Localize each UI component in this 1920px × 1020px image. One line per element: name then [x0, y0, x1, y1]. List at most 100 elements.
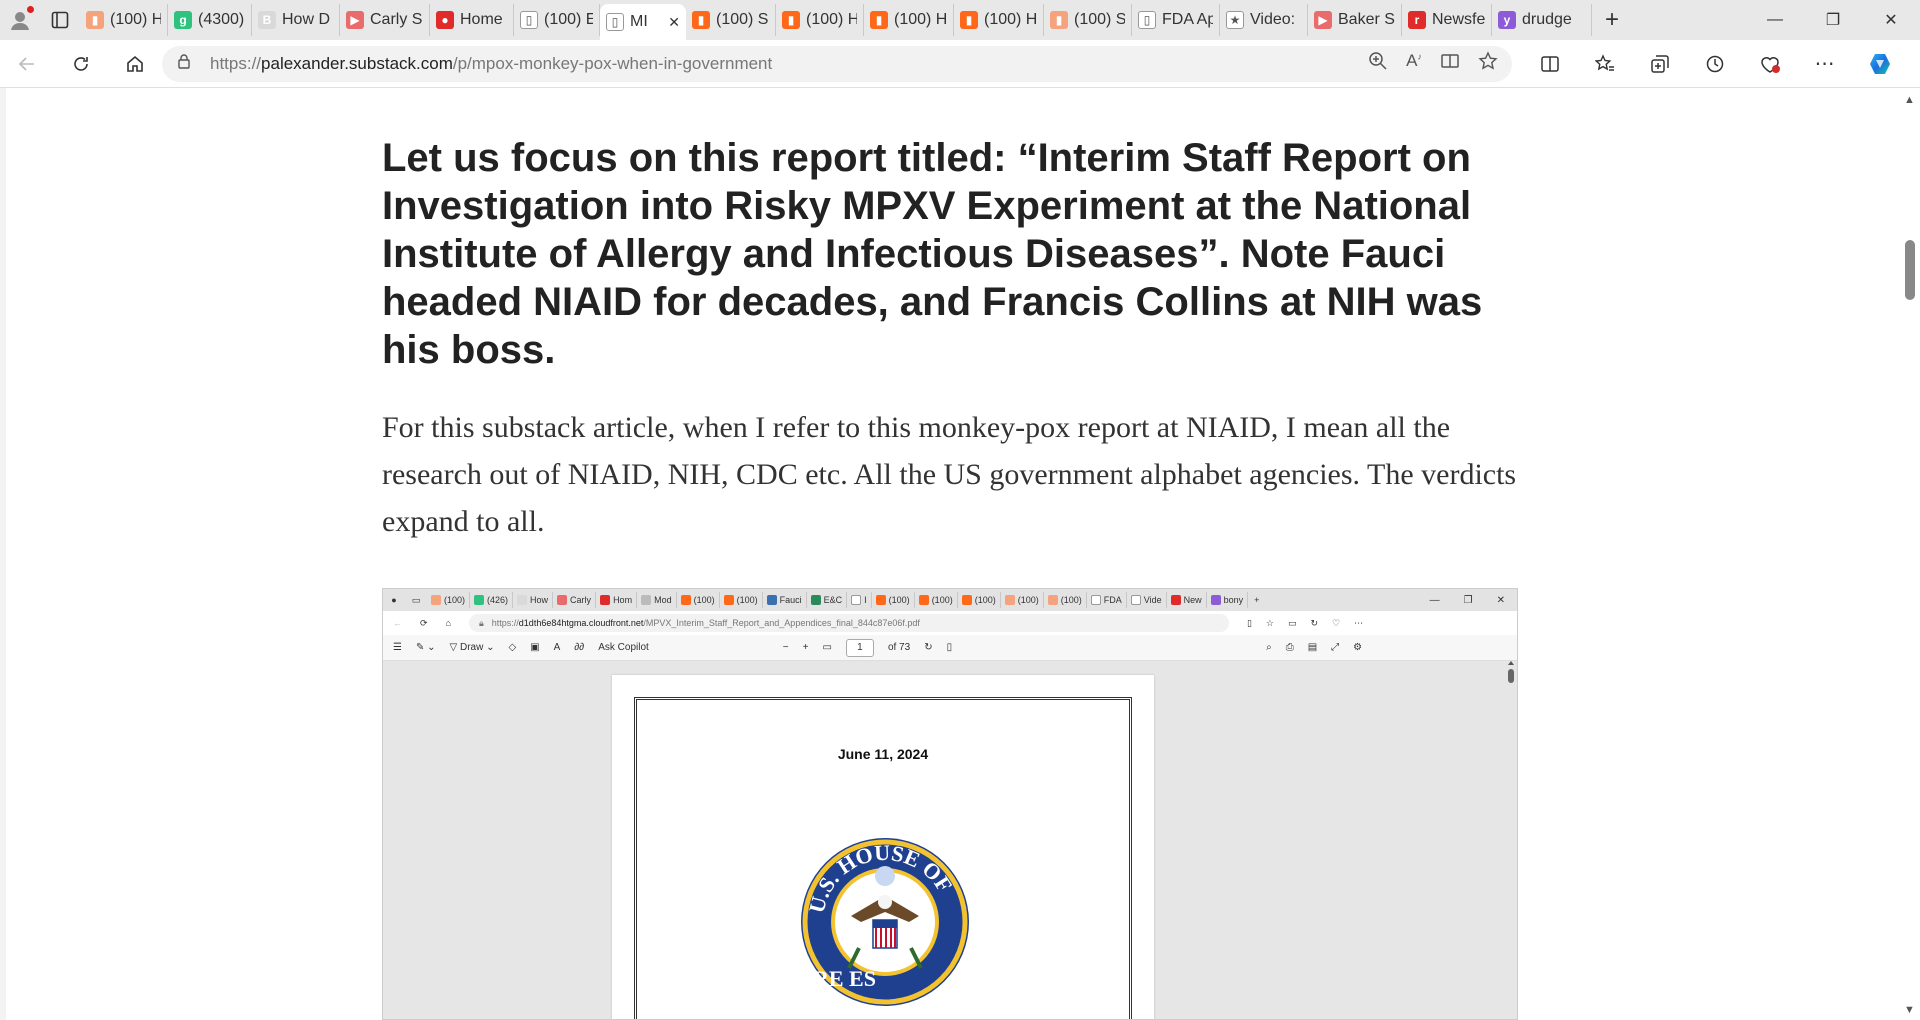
split-screen-icon[interactable] [1522, 44, 1577, 84]
screenshot-tab-favicon-icon [517, 595, 528, 605]
browser-tab[interactable]: ★ Video: [1220, 4, 1308, 36]
screenshot-save-icon: ▤ [1307, 642, 1318, 653]
screenshot-tab-favicon-icon [1090, 595, 1101, 605]
screenshot-refresh-icon: ⟳ [420, 617, 428, 628]
tab-title: Carly S [370, 11, 423, 28]
notification-dot [27, 6, 34, 13]
read-aloud-icon[interactable]: A♪ [1406, 51, 1422, 76]
zoom-icon[interactable] [1368, 51, 1388, 76]
tab-favicon-icon: ● [436, 11, 454, 29]
copilot-icon[interactable] [1852, 44, 1907, 84]
home-button[interactable] [108, 44, 162, 84]
browser-tab[interactable]: B How D [252, 4, 340, 36]
profile-avatar[interactable] [0, 0, 40, 40]
tab-favicon-icon: B [258, 11, 276, 29]
browser-tab[interactable]: g (4300) I [168, 4, 252, 36]
home-icon [127, 55, 143, 72]
tab-title: MI [630, 13, 648, 30]
screenshot-tab-list: (100) (426) How Carly Hom Mod (100) (100) Fauci E… [427, 592, 1249, 608]
close-window-button[interactable]: ✕ [1862, 0, 1920, 40]
tab-close-icon[interactable]: ✕ [668, 14, 680, 31]
screenshot-search-icon: ⌕ [1266, 642, 1272, 653]
browser-tab[interactable]: ▮ (100) S [686, 4, 776, 36]
tab-favicon-icon: ▯ [1138, 11, 1156, 29]
screenshot-lock-icon: 🔒︎ [478, 617, 484, 628]
screenshot-tab-title: New [1183, 595, 1202, 605]
browser-tab[interactable]: y drudge [1492, 4, 1592, 36]
tab-actions-button[interactable] [40, 0, 80, 40]
screenshot-tab-title: Hom [613, 595, 633, 605]
screenshot-tab: I [847, 592, 872, 608]
url-text[interactable]: https://palexander.substack.com/p/mpox-m… [210, 54, 1368, 74]
screenshot-tab-favicon-icon [851, 595, 862, 605]
back-arrow-icon [18, 56, 34, 71]
favorite-star-icon[interactable] [1478, 51, 1498, 76]
screenshot-tab-favicon-icon [810, 595, 821, 605]
browser-tab[interactable]: r Newsfe [1402, 4, 1492, 36]
screenshot-text-icon: ▣ [530, 642, 540, 653]
screenshot-tab-title: (100) [736, 595, 758, 605]
embedded-screenshot[interactable]: ● ▭ (100) (426) How Carly Hom Mod (100) (100) Fa… [382, 588, 1518, 1020]
browser-tab[interactable]: ▯ (100) E [514, 4, 600, 36]
screenshot-url-domain: d1dth6e84htgma.cloudfront.net [518, 618, 644, 628]
screenshot-tab: (100) [677, 592, 720, 608]
tab-favicon-icon: g [174, 11, 192, 29]
scrollbar-thumb[interactable] [1905, 240, 1915, 300]
refresh-button[interactable] [54, 44, 108, 84]
restore-button[interactable]: ❐ [1804, 0, 1862, 40]
browser-tab[interactable]: ● Home [430, 4, 514, 36]
tab-list: ▮ (100) H g (4300) I B How D ▶ Carly S ● Home ▯ (10… [80, 0, 1592, 40]
tab-title: (4300) I [198, 11, 245, 28]
browser-tab[interactable]: ▮ (100) H [776, 4, 864, 36]
screenshot-zoom-out-icon: − [782, 642, 789, 653]
scroll-down-arrow-icon[interactable]: ▼ [1904, 1004, 1915, 1016]
screenshot-url-path: /MPVX_Interim_Staff_Report_and_Appendice… [643, 618, 920, 628]
scroll-up-arrow-icon[interactable]: ▲ [1904, 94, 1915, 106]
browser-tab[interactable]: ▯ MI ✕ [600, 4, 686, 40]
screenshot-tab-favicon-icon [961, 595, 972, 605]
screenshot-tab: (426) [470, 592, 514, 608]
tab-title: Home [460, 11, 503, 28]
browser-tab[interactable]: ▮ (100) H [80, 4, 168, 36]
tab-title: Newsfe [1432, 11, 1485, 28]
favorites-icon[interactable] [1577, 44, 1632, 84]
screenshot-pdf-toolbar: ☰ ✎ ⌄ ▽ Draw ⌄ ◇ ▣ A ∂∂ Ask Copilot − + … [383, 635, 1517, 661]
screenshot-view-icon: ▯ [946, 642, 953, 653]
browser-tab[interactable]: ▶ Baker S [1308, 4, 1402, 36]
browser-tab[interactable]: ▶ Carly S [340, 4, 430, 36]
screenshot-tab-title: Fauci [779, 595, 802, 605]
screenshot-profile-icon: ● [391, 595, 397, 605]
screenshot-tab: Fauci [763, 592, 807, 608]
immersive-reader-icon[interactable] [1440, 51, 1460, 76]
lock-icon[interactable] [176, 53, 196, 74]
address-bar[interactable]: https://palexander.substack.com/p/mpox-m… [162, 45, 1512, 82]
page-scrollbar[interactable]: ▲ ▼ [1900, 88, 1920, 1020]
browser-tab[interactable]: ▮ (100) S [1044, 4, 1132, 36]
tab-title: (100) E [544, 11, 593, 28]
browser-tab[interactable]: ▯ FDA Ap [1132, 4, 1220, 36]
browser-tab[interactable]: ▮ (100) H [864, 4, 954, 36]
back-button[interactable] [0, 44, 54, 84]
browser-tab[interactable]: ▮ (100) H [954, 4, 1044, 36]
tab-title: FDA Ap [1162, 11, 1213, 28]
collections-icon[interactable] [1632, 44, 1687, 84]
screenshot-tab: Vide [1127, 592, 1167, 608]
screenshot-contents-icon: ☰ [393, 642, 402, 653]
house-seal-icon: U.S. HOUSE OF RE ES [801, 838, 969, 1006]
screenshot-tab-title: (426) [487, 595, 509, 605]
screenshot-page-number: 1 [845, 638, 874, 657]
screenshot-new-tab-icon: + [1254, 595, 1260, 605]
refresh-icon [74, 56, 88, 71]
tab-favicon-icon: ▮ [86, 11, 104, 29]
screenshot-tab-favicon-icon [875, 595, 886, 605]
new-tab-button[interactable]: + [1592, 4, 1632, 36]
minimize-button[interactable]: — [1746, 0, 1804, 40]
screenshot-tab-strip: ● ▭ (100) (426) How Carly Hom Mod (100) (100) Fa… [383, 589, 1517, 611]
screenshot-tab-title: (100) [693, 595, 715, 605]
tab-title: (100) H [984, 11, 1037, 28]
screenshot-tab-title: I [864, 595, 867, 605]
history-icon[interactable] [1687, 44, 1742, 84]
screenshot-print-icon: ⎙ [1285, 642, 1294, 653]
more-menu-icon[interactable]: ⋯ [1797, 44, 1852, 84]
browser-essentials-icon[interactable] [1742, 44, 1797, 84]
